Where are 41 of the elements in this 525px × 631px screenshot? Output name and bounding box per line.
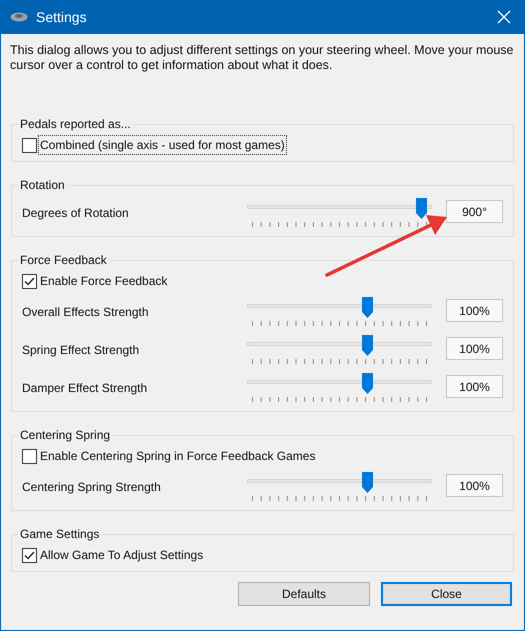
group-title: Game Settings xyxy=(19,526,100,543)
slider-thumb[interactable] xyxy=(416,198,427,219)
checkbox-label[interactable]: Enable Force Feedback xyxy=(39,272,168,290)
slider-label: Degrees of Rotation xyxy=(21,205,130,222)
slider-track[interactable] xyxy=(247,198,432,220)
slider-track[interactable] xyxy=(247,472,432,494)
checkbox[interactable] xyxy=(22,548,37,562)
group-title: Force Feedback xyxy=(19,252,108,269)
value-field[interactable]: 100% xyxy=(446,337,503,360)
slider-track[interactable] xyxy=(247,335,432,357)
slider-track[interactable] xyxy=(247,373,432,395)
slider-thumb[interactable] xyxy=(362,373,373,394)
slider-label: Centering Spring Strength xyxy=(21,479,162,496)
dialog-button[interactable]: Defaults xyxy=(238,582,370,606)
checkbox-label[interactable]: Combined (single axis - used for most games) xyxy=(39,136,286,154)
slider-label: Overall Effects Strength xyxy=(21,304,150,321)
app-icon xyxy=(10,12,28,22)
slider-label: Damper Effect Strength xyxy=(21,380,148,397)
checkbox[interactable] xyxy=(22,138,37,152)
check-icon xyxy=(24,276,35,286)
value-field[interactable]: 100% xyxy=(446,474,503,497)
slider-thumb[interactable] xyxy=(362,472,373,493)
slider-thumb[interactable] xyxy=(362,297,373,318)
group-title: Centering Spring xyxy=(19,427,112,444)
value-field[interactable]: 900° xyxy=(446,200,503,223)
group-title: Rotation xyxy=(19,177,66,194)
check-icon xyxy=(24,550,35,560)
value-field[interactable]: 100% xyxy=(446,299,503,322)
slider-label: Spring Effect Strength xyxy=(21,342,140,359)
dialog-button[interactable]: Close xyxy=(381,582,512,606)
checkbox[interactable] xyxy=(22,448,37,464)
intro-text: This dialog allows you to adjust different settings on your steering wheel. Move your mouse cursor over a control to get information about what it does. xyxy=(10,43,515,73)
value-field[interactable]: 100% xyxy=(446,375,503,398)
checkbox-label[interactable]: Enable Centering Spring in Force Feedback Games xyxy=(39,447,316,465)
slider-track[interactable] xyxy=(247,297,432,319)
window-title: Settings xyxy=(36,8,87,27)
slider-thumb[interactable] xyxy=(362,335,373,356)
checkbox[interactable] xyxy=(22,274,37,288)
group-title: Pedals reported as... xyxy=(19,116,132,133)
checkbox-label[interactable]: Allow Game To Adjust Settings xyxy=(39,546,204,564)
close-icon[interactable] xyxy=(497,10,511,24)
